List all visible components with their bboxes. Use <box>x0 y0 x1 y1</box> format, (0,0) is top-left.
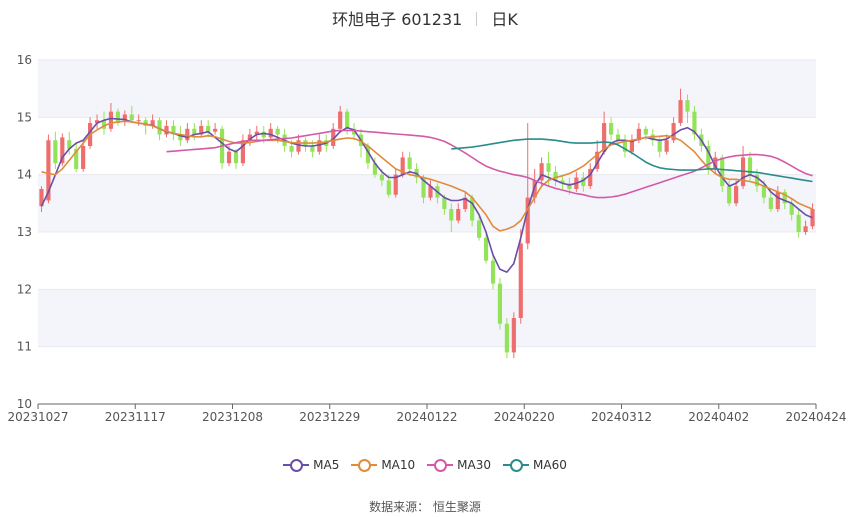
x-tick-label: 20240424 <box>785 410 846 424</box>
candle-body <box>518 243 523 318</box>
candle-body <box>678 100 683 124</box>
legend-label: MA5 <box>313 458 340 472</box>
candle-body <box>108 111 114 129</box>
candle-body <box>761 186 766 198</box>
legend-swatch-dot <box>290 459 304 472</box>
x-tick-label: 20231229 <box>299 410 360 424</box>
candle-body <box>470 197 475 221</box>
candle-body <box>504 323 509 353</box>
candle-body <box>720 157 725 187</box>
candle-body <box>407 157 412 169</box>
candle-body <box>608 123 614 135</box>
candle-body <box>289 146 294 152</box>
y-tick-label: 12 <box>17 282 32 296</box>
candle-body <box>803 226 808 232</box>
candle-body <box>206 125 211 132</box>
candle-body <box>275 128 280 135</box>
legend-label: MA60 <box>533 458 567 472</box>
candle-body <box>477 220 482 238</box>
y-tick-label: 14 <box>17 168 32 182</box>
candle-body <box>615 134 621 141</box>
legend-swatch <box>283 459 310 472</box>
candle-body <box>338 111 343 129</box>
legend-item-ma10[interactable]: MA10 <box>351 458 415 472</box>
candle-body <box>261 131 266 138</box>
legend-item-ma30[interactable]: MA30 <box>427 458 491 472</box>
candle-body <box>775 191 780 210</box>
grid-band <box>38 289 816 347</box>
legend: MA5 MA10 MA30 MA60 <box>0 458 850 474</box>
candle-body <box>657 140 662 152</box>
candle-body <box>546 163 551 172</box>
legend-swatch-dot <box>434 459 448 472</box>
candle-body <box>268 128 273 138</box>
x-tick-label: 20240312 <box>591 410 652 424</box>
candle-body <box>734 186 739 204</box>
y-tick-label: 11 <box>17 340 32 354</box>
candle-body <box>796 214 801 232</box>
candle-body <box>664 140 669 152</box>
candle-body <box>213 128 218 132</box>
candle-body <box>727 186 732 204</box>
candle-body <box>129 114 134 121</box>
legend-swatch-dot <box>510 459 524 472</box>
candle-body <box>456 209 461 221</box>
candle-body <box>497 283 503 324</box>
candle-body <box>490 260 496 284</box>
x-tick-label: 20240402 <box>688 410 749 424</box>
candle-body <box>310 146 315 152</box>
candle-body <box>511 318 516 353</box>
legend-label: MA10 <box>381 458 416 472</box>
legend-label: MA30 <box>457 458 492 472</box>
candle-body <box>643 128 648 135</box>
candle-body <box>296 140 301 152</box>
legend-item-ma5[interactable]: MA5 <box>283 458 339 472</box>
grid-band <box>38 60 816 118</box>
x-tick-label: 20231027 <box>7 410 68 424</box>
candle-body <box>442 197 447 210</box>
candle-body <box>386 180 391 195</box>
y-tick-label: 16 <box>17 53 32 67</box>
candle-body <box>53 140 58 164</box>
candle-body <box>81 146 86 169</box>
legend-swatch <box>351 459 378 472</box>
candle-body <box>449 209 454 221</box>
candle-body <box>379 174 384 181</box>
legend-swatch <box>427 459 454 472</box>
y-tick-label: 15 <box>17 110 32 124</box>
candle-body <box>345 111 350 129</box>
y-tick-label: 10 <box>17 397 32 411</box>
grid-layer <box>38 59 816 405</box>
kline-chart: 10 11 12 13 14 15 16 20231027 20231117 20231208 20… <box>7 53 846 424</box>
candle-body <box>768 197 773 210</box>
data-source: 数据来源： 恒生聚源 <box>369 500 481 514</box>
candle-body <box>685 100 690 112</box>
candle-body <box>233 151 239 164</box>
x-tick-label: 20240220 <box>494 410 555 424</box>
legend-swatch-dot <box>358 459 372 472</box>
candle-body <box>185 128 190 141</box>
x-tick-label: 20231117 <box>105 410 166 424</box>
x-tick-label: 20240122 <box>396 410 457 424</box>
legend-item-ma60[interactable]: MA60 <box>503 458 567 472</box>
candle-body <box>136 120 141 122</box>
legend-swatch <box>503 459 530 472</box>
candle-body <box>483 237 489 261</box>
x-tick-label: 20231208 <box>202 410 263 424</box>
y-tick-label: 13 <box>17 225 32 239</box>
candle-body <box>226 151 232 164</box>
